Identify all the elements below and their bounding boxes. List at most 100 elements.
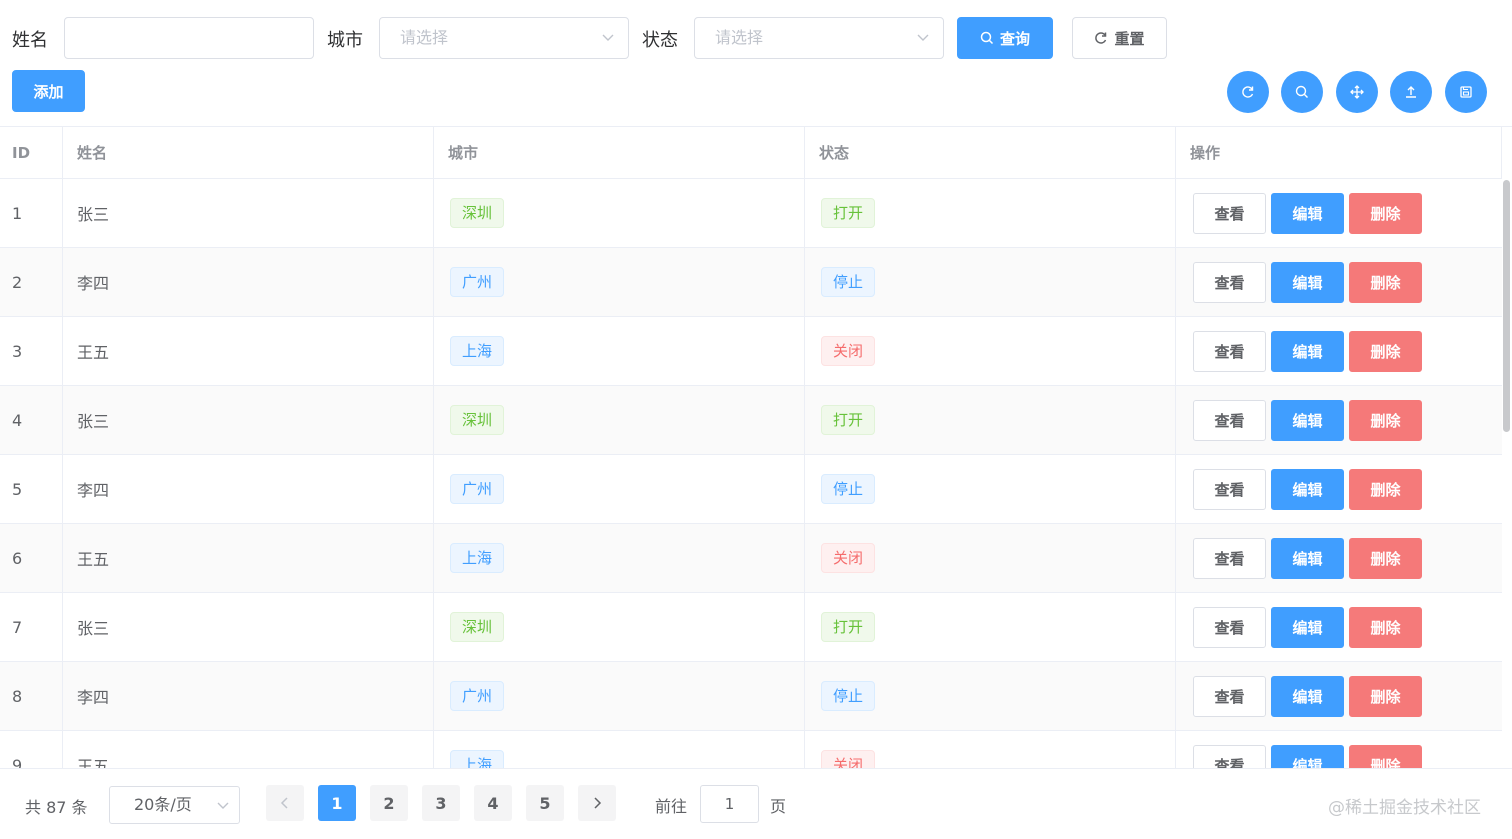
delete-button[interactable]: 删除 [1349,676,1422,717]
city-select[interactable]: 请选择 [379,17,629,59]
table-row: 5 李四 广州 停止 查看 编辑 删除 [0,455,1502,524]
cell-status: 关闭 [805,317,1176,385]
query-button[interactable]: 查询 [957,17,1053,59]
edit-button[interactable]: 编辑 [1271,262,1344,303]
cell-actions: 查看 编辑 删除 [1176,662,1502,730]
delete-button[interactable]: 删除 [1349,193,1422,234]
cell-city: 广州 [434,662,805,730]
goto-page-input[interactable]: 1 [700,785,759,823]
city-select-placeholder: 请选择 [400,28,449,47]
delete-button[interactable]: 删除 [1349,400,1422,441]
page-button-2[interactable]: 2 [370,785,408,821]
cell-name: 张三 [63,179,434,247]
chevron-down-icon [217,802,229,809]
search-tool-button[interactable] [1281,71,1323,113]
save-tool-button[interactable] [1445,71,1487,113]
city-tag: 深圳 [450,198,505,228]
refresh-tool-button[interactable] [1227,71,1269,113]
status-tag: 关闭 [821,750,876,768]
cell-name: 李四 [63,662,434,730]
cell-status: 停止 [805,248,1176,316]
table-row: 4 张三 深圳 打开 查看 编辑 删除 [0,386,1502,455]
cell-name: 张三 [63,386,434,454]
delete-button[interactable]: 删除 [1349,607,1422,648]
cell-status: 关闭 [805,524,1176,592]
edit-button[interactable]: 编辑 [1271,538,1344,579]
watermark: @稀土掘金技术社区 [1328,798,1481,818]
table-row: 8 李四 广州 停止 查看 编辑 删除 [0,662,1502,731]
view-button[interactable]: 查看 [1193,745,1266,768]
query-button-label: 查询 [999,29,1030,48]
edit-button[interactable]: 编辑 [1271,745,1344,768]
status-tag: 关闭 [821,543,876,573]
delete-button[interactable]: 删除 [1349,469,1422,510]
edit-button[interactable]: 编辑 [1271,331,1344,372]
header-city: 城市 [434,127,805,178]
edit-button[interactable]: 编辑 [1271,469,1344,510]
view-button[interactable]: 查看 [1193,538,1266,579]
reset-button-label: 重置 [1114,29,1145,48]
upload-tool-button[interactable] [1390,71,1432,113]
delete-button[interactable]: 删除 [1349,262,1422,303]
view-button[interactable]: 查看 [1193,193,1266,234]
table-row: 9 王五 上海 关闭 查看 编辑 删除 [0,731,1502,768]
cell-actions: 查看 编辑 删除 [1176,593,1502,661]
reset-button[interactable]: 重置 [1072,17,1167,59]
view-button[interactable]: 查看 [1193,469,1266,510]
status-tag: 打开 [821,198,876,228]
city-tag: 深圳 [450,612,505,642]
edit-button[interactable]: 编辑 [1271,193,1344,234]
status-tag: 停止 [821,474,876,504]
delete-button[interactable]: 删除 [1349,331,1422,372]
edit-button[interactable]: 编辑 [1271,400,1344,441]
move-icon [1350,85,1364,99]
delete-button[interactable]: 删除 [1349,538,1422,579]
cell-name: 王五 [63,524,434,592]
page-button-5[interactable]: 5 [526,785,564,821]
name-input[interactable] [64,17,314,59]
cell-city: 上海 [434,731,805,768]
delete-button[interactable]: 删除 [1349,745,1422,768]
status-tag: 停止 [821,267,876,297]
cell-id: 5 [0,455,63,523]
table-row: 6 王五 上海 关闭 查看 编辑 删除 [0,524,1502,593]
view-button[interactable]: 查看 [1193,676,1266,717]
prev-page-button[interactable] [266,785,304,821]
page-button-1[interactable]: 1 [318,785,356,821]
cell-name: 张三 [63,593,434,661]
view-button[interactable]: 查看 [1193,262,1266,303]
edit-button[interactable]: 编辑 [1271,676,1344,717]
refresh-icon [1095,32,1107,44]
table-row: 7 张三 深圳 打开 查看 编辑 删除 [0,593,1502,662]
view-button[interactable]: 查看 [1193,400,1266,441]
cell-id: 6 [0,524,63,592]
move-tool-button[interactable] [1336,71,1378,113]
cell-status: 打开 [805,179,1176,247]
page-button-4[interactable]: 4 [474,785,512,821]
view-button[interactable]: 查看 [1193,331,1266,372]
cell-id: 8 [0,662,63,730]
cell-name: 李四 [63,248,434,316]
next-page-button[interactable] [578,785,616,821]
name-label: 姓名 [12,30,48,51]
page-size-value: 20条/页 [134,795,192,814]
add-button-label: 添加 [33,82,64,101]
cell-name: 王五 [63,731,434,768]
add-button[interactable]: 添加 [12,70,85,112]
city-tag: 广州 [450,267,505,297]
view-button[interactable]: 查看 [1193,607,1266,648]
page-button-3[interactable]: 3 [422,785,460,821]
cell-actions: 查看 编辑 删除 [1176,179,1502,247]
edit-button[interactable]: 编辑 [1271,607,1344,648]
table-scrollbar[interactable] [1503,180,1510,432]
cell-actions: 查看 编辑 删除 [1176,248,1502,316]
cell-id: 1 [0,179,63,247]
status-tag: 关闭 [821,336,876,366]
chevron-down-icon [602,34,614,41]
status-label: 状态 [642,30,678,51]
status-select[interactable]: 请选择 [694,17,944,59]
cell-id: 4 [0,386,63,454]
page-size-select[interactable]: 20条/页 [109,786,240,824]
header-name: 姓名 [63,127,434,178]
save-icon [1460,86,1472,98]
